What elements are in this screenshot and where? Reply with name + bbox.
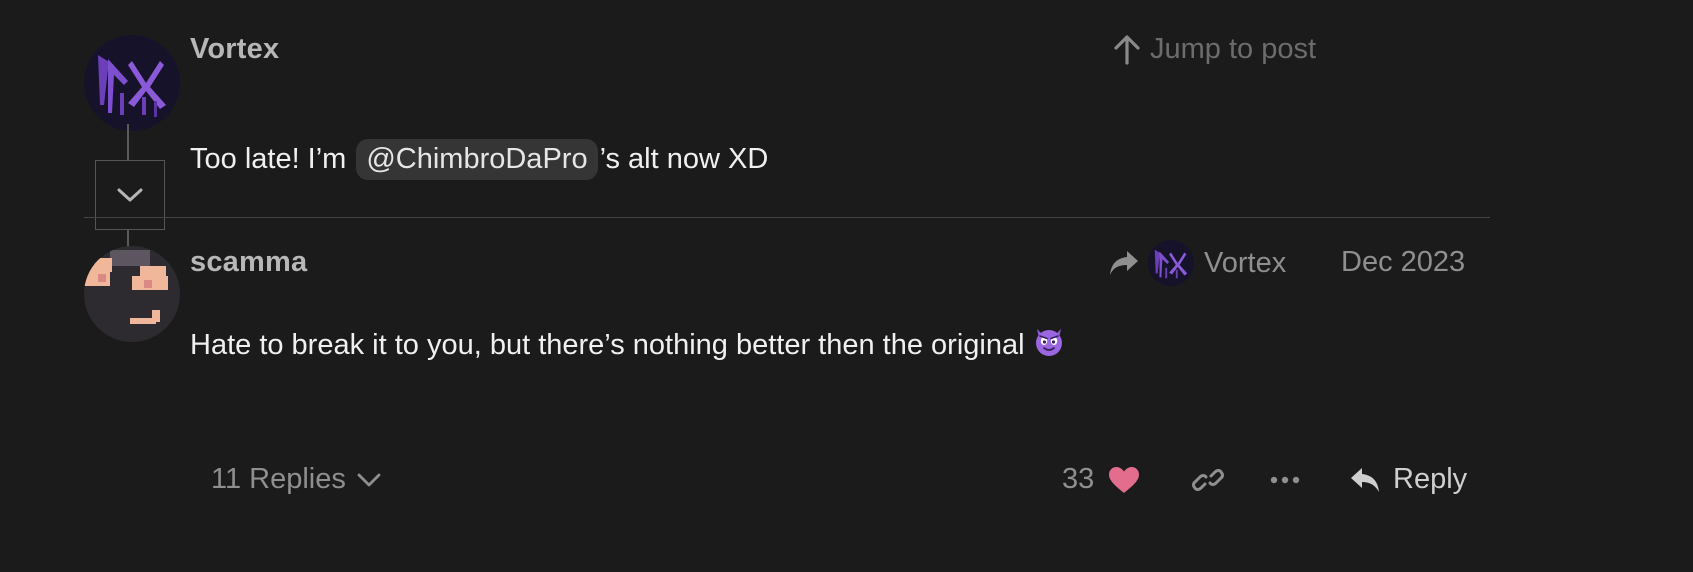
arrow-up-icon: [1114, 34, 1140, 65]
post-username[interactable]: Vortex: [190, 33, 279, 66]
post-body: Too late! I’m @ChimbroDaPro ’s alt now X…: [190, 138, 769, 180]
link-icon: [1192, 469, 1224, 491]
avatar-vortex[interactable]: [84, 35, 180, 131]
jump-to-post-label: Jump to post: [1150, 33, 1317, 65]
chevron-down-icon: [117, 188, 143, 202]
post-text: Hate to break it to you, but there’s not…: [190, 328, 1025, 361]
jump-to-post-link[interactable]: Jump to post: [1112, 33, 1316, 66]
post-text-before: Too late! I’m: [190, 142, 347, 175]
more-icon: [1270, 476, 1300, 484]
post-date[interactable]: Dec 2023: [1341, 246, 1465, 279]
post-text-after: ’s alt now XD: [599, 142, 769, 175]
copy-link-button[interactable]: [1192, 465, 1224, 495]
smiling-imp-emoji: [1033, 325, 1065, 365]
reply-button[interactable]: Reply: [1349, 463, 1467, 496]
like-button[interactable]: 33: [1062, 463, 1140, 496]
share-reply-icon: [1110, 251, 1138, 275]
thread-line: [127, 124, 129, 161]
post-divider: [84, 217, 1490, 218]
like-count: 33: [1062, 463, 1095, 495]
avatar-scamma[interactable]: [84, 246, 180, 342]
chevron-down-icon: [357, 473, 381, 486]
user-mention[interactable]: @ChimbroDaPro: [356, 138, 598, 180]
reply-to-username: Vortex: [1204, 246, 1287, 279]
replies-count-label: 11 Replies: [211, 463, 346, 495]
more-options-button[interactable]: [1270, 465, 1300, 495]
expand-thread-button[interactable]: [95, 160, 165, 230]
post-body: Hate to break it to you, but there’s not…: [190, 325, 1065, 365]
in-reply-to[interactable]: Vortex: [1108, 240, 1286, 286]
post-username[interactable]: scamma: [190, 246, 307, 279]
show-replies-button[interactable]: 11 Replies: [211, 463, 382, 496]
reply-to-avatar: [1148, 240, 1194, 286]
heart-icon: [1109, 466, 1140, 493]
reply-button-label: Reply: [1393, 463, 1468, 495]
reply-icon: [1351, 467, 1379, 492]
